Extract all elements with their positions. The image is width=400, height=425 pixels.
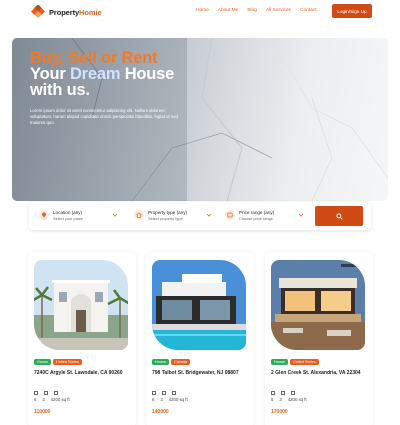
- chevron-down-icon: [112, 213, 118, 217]
- logo-icon: [31, 5, 45, 19]
- beds-count: 6: [34, 397, 37, 402]
- area-icon: [54, 391, 58, 395]
- property-address[interactable]: 798 Talbot St. Bridgewater, NJ 08807: [152, 370, 250, 377]
- hero-title: Buy, Sell or Rent Your Dream House with …: [30, 49, 175, 99]
- location-pin-icon: [39, 210, 49, 220]
- status-badge: House: [271, 359, 288, 365]
- property-type-select[interactable]: Property type (any) Select property type: [134, 207, 216, 225]
- main-menu: Home About Me Blog All Services Contact: [196, 8, 326, 13]
- area-icon: [291, 391, 295, 395]
- property-features: 6 3 4200 sq ft: [152, 397, 194, 402]
- hero-title-line1: Buy, Sell or Rent: [30, 49, 158, 67]
- card-badges: House United States: [271, 359, 321, 365]
- area-size: 4200 sq ft: [50, 397, 70, 402]
- chevron-down-icon: [298, 213, 304, 217]
- menu-services[interactable]: All Services: [266, 8, 291, 13]
- hero-description: Lorem ipsum dolor sit amet consectetur a…: [30, 108, 178, 125]
- search-button[interactable]: [315, 206, 363, 226]
- brand-name: PropertyHomie: [49, 7, 102, 17]
- baths-count: 3: [279, 397, 282, 402]
- property-price: 170000: [271, 409, 288, 415]
- card-badges: House United States: [34, 359, 84, 365]
- country-badge: United States: [289, 359, 319, 365]
- country-badge: Canada: [170, 359, 191, 365]
- login-signup-button[interactable]: Login/Sign Up: [332, 4, 372, 18]
- bath-icon: [281, 391, 285, 395]
- menu-about[interactable]: About Me: [218, 8, 239, 13]
- status-badge: House: [152, 359, 169, 365]
- property-features: 6 3 4200 sq ft: [271, 397, 313, 402]
- property-card[interactable]: House United States 7240C Argyle St. Law…: [28, 252, 136, 425]
- bath-icon: [162, 391, 166, 395]
- property-card[interactable]: House United States 2 Glen Creek St. Ale…: [265, 252, 373, 425]
- search-icon: [335, 212, 343, 220]
- feature-icons: [34, 391, 64, 395]
- navbar: PropertyHomie Home About Me Blog All Ser…: [0, 0, 400, 24]
- card-badges: House Canada: [152, 359, 192, 365]
- baths-count: 3: [42, 397, 45, 402]
- home-icon: [134, 210, 144, 220]
- hero-title-line3: with us.: [30, 81, 90, 99]
- country-badge: United States: [52, 359, 82, 365]
- property-photo[interactable]: [152, 260, 246, 350]
- area-icon: [172, 391, 176, 395]
- menu-blog[interactable]: Blog: [247, 8, 257, 13]
- property-card[interactable]: House Canada 798 Talbot St. Bridgewater,…: [146, 252, 254, 425]
- bed-icon: [34, 391, 38, 395]
- location-select[interactable]: Location (any) Select your place: [39, 207, 123, 225]
- property-price: 110000: [34, 409, 51, 415]
- menu-contact[interactable]: Contact: [300, 8, 317, 13]
- area-size: 4200 sq ft: [287, 397, 307, 402]
- bed-icon: [271, 391, 275, 395]
- baths-count: 3: [160, 397, 163, 402]
- property-photo[interactable]: [271, 260, 365, 350]
- property-price: 140000: [152, 409, 169, 415]
- hero-title-line2: Your Dream House: [30, 65, 175, 83]
- property-address[interactable]: 7240C Argyle St. Lawndale, CA 90260: [34, 370, 132, 377]
- property-features: 6 3 4200 sq ft: [34, 397, 76, 402]
- area-size: 4200 sq ft: [168, 397, 188, 402]
- beds-count: 6: [152, 397, 155, 402]
- chevron-down-icon: [206, 213, 212, 217]
- property-photo[interactable]: [34, 260, 128, 350]
- price-range-select[interactable]: Price range (any) Choose price range: [225, 207, 309, 225]
- beds-count: 6: [271, 397, 274, 402]
- hero-banner: Buy, Sell or Rent Your Dream House with …: [12, 38, 388, 201]
- feature-icons: [152, 391, 182, 395]
- brand-logo[interactable]: PropertyHomie: [31, 5, 102, 19]
- menu-home[interactable]: Home: [196, 8, 209, 13]
- feature-icons: [271, 391, 301, 395]
- property-search-bar: Location (any) Select your place Propert…: [29, 202, 371, 230]
- property-address[interactable]: 2 Glen Creek St. Alexandria, VA 22304: [271, 370, 369, 377]
- price-tag-icon: [225, 210, 235, 220]
- status-badge: House: [34, 359, 51, 365]
- bed-icon: [152, 391, 156, 395]
- bath-icon: [44, 391, 48, 395]
